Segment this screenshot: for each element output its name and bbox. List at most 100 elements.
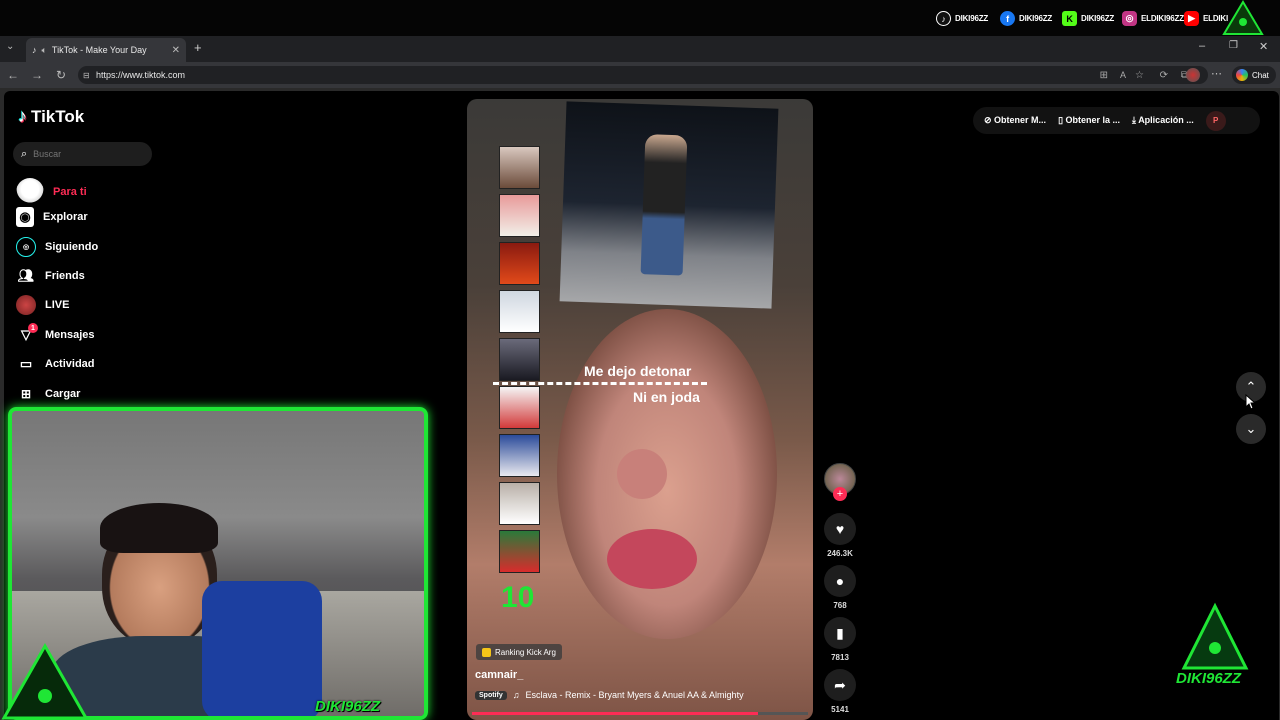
- url-bar[interactable]: ⊟ https://www.tiktok.com ⊞ A ☆ ⟳ ⧉: [78, 66, 1208, 84]
- comment-icon: ●: [835, 573, 845, 589]
- likes-count: 246.3K: [827, 549, 853, 558]
- chevron-up-icon: ⌃: [1245, 379, 1257, 394]
- action-label: Obtener la ...: [1065, 115, 1121, 125]
- back-icon[interactable]: ←: [5, 67, 21, 83]
- nav-live[interactable]: LIVE: [16, 295, 69, 315]
- ranking-thumbnail: [499, 146, 540, 189]
- nav-siguiendo[interactable]: ◎ Siguiendo: [16, 237, 98, 257]
- translate-icon[interactable]: A: [1120, 70, 1126, 80]
- share-arrow-icon: ➦: [834, 676, 846, 693]
- nav-label: Actividad: [45, 358, 95, 370]
- close-tab-icon[interactable]: ✕: [172, 45, 180, 56]
- nav-label: Mensajes: [45, 329, 95, 341]
- search-bar[interactable]: ⌕: [13, 142, 152, 166]
- streamer-watermark-icon: [1181, 602, 1249, 670]
- more-menu-icon[interactable]: ⋯: [1211, 67, 1222, 80]
- bookmark-icon: ▮: [836, 624, 844, 641]
- browser-tab-bar: ⌄ ♪ 🔈︎ TikTok - Make Your Day ✕ + – ❐ ✕: [0, 36, 1280, 62]
- music-row[interactable]: Spotify ♫ Esclava - Remix - Bryant Myers…: [475, 690, 744, 700]
- restore-icon[interactable]: ❐: [1229, 40, 1238, 51]
- favorite-star-icon[interactable]: ☆: [1135, 70, 1144, 81]
- desktop-app-button[interactable]: ⤓ Aplicación ...: [1132, 115, 1194, 126]
- rank-number: 10: [501, 581, 535, 614]
- action-label: Obtener M...: [994, 115, 1047, 125]
- nav-label: Cargar: [45, 388, 81, 400]
- following-icon: ◎: [16, 237, 36, 257]
- nav-label: Explorar: [43, 211, 88, 223]
- tab-list-chevron-icon[interactable]: ⌄: [6, 41, 14, 52]
- streamer-logo-icon: [1222, 0, 1264, 35]
- music-note-icon: ♫: [512, 690, 520, 700]
- music-title: Esclava - Remix - Bryant Myers & Anuel A…: [525, 690, 744, 700]
- copilot-chat-button[interactable]: Chat: [1232, 66, 1276, 84]
- nav-mensajes[interactable]: ▽ 1 Mensajes: [16, 323, 95, 345]
- user-avatar[interactable]: P: [1205, 110, 1226, 131]
- lips: [607, 529, 697, 589]
- nav-actividad[interactable]: ▭ Actividad: [16, 354, 95, 374]
- follow-plus-icon[interactable]: +: [833, 487, 847, 501]
- like-button[interactable]: ♥: [824, 513, 856, 545]
- music-source-badge: Spotify: [475, 690, 507, 700]
- shares-count: 5141: [831, 705, 849, 714]
- nav-explorar[interactable]: ◉ Explorar: [16, 207, 88, 227]
- send-icon: ▽ 1: [16, 323, 38, 345]
- browser-tab[interactable]: ♪ 🔈︎ TikTok - Make Your Day ✕: [26, 38, 186, 62]
- tiktok-favicon-icon: ♪: [32, 45, 37, 55]
- facebook-icon: f: [1000, 11, 1015, 26]
- top-actions-bar: ⊘ Obtener M... ▯ Obtener la ... ⤓ Aplica…: [973, 107, 1260, 134]
- effect-icon: [482, 647, 491, 657]
- gaming-chair: [202, 581, 322, 716]
- social-handle: DIKI96ZZ: [1081, 14, 1115, 23]
- ranking-thumbnail: [499, 530, 540, 573]
- search-icon: ⌕: [21, 147, 28, 160]
- forward-icon[interactable]: →: [29, 67, 45, 83]
- save-button[interactable]: ▮: [824, 617, 856, 649]
- ranking-thumbnail: [499, 290, 540, 333]
- person-figure: [640, 134, 688, 276]
- progress-fill: [472, 712, 758, 715]
- site-info-icon[interactable]: ⊟: [83, 71, 90, 80]
- tiktok-logo[interactable]: ♪ TikTok: [18, 106, 84, 127]
- social-facebook: f DIKI96ZZ: [1000, 11, 1052, 26]
- speaker-icon[interactable]: 🔈︎: [42, 45, 47, 56]
- close-window-icon[interactable]: ✕: [1259, 40, 1268, 53]
- refresh-tab-icon[interactable]: ⟳: [1160, 70, 1168, 81]
- nav-cargar[interactable]: ⊞ Cargar: [16, 384, 81, 404]
- instagram-icon: ◎: [1122, 11, 1137, 26]
- profile-avatar[interactable]: [1186, 68, 1200, 82]
- effect-label: Ranking Kick Arg: [495, 647, 556, 657]
- nav-para-ti[interactable]: Para ti: [16, 178, 87, 206]
- message-badge: 1: [28, 323, 38, 333]
- watermark-text: DIKI96ZZ: [1176, 670, 1242, 687]
- nav-friends[interactable]: 👥︎ Friends: [16, 266, 85, 286]
- reload-icon[interactable]: ↻: [53, 67, 69, 83]
- copilot-icon: [1236, 69, 1248, 81]
- app-available-icon[interactable]: ⊞: [1100, 70, 1108, 81]
- get-coins-button[interactable]: ⊘ Obtener M...: [984, 115, 1046, 126]
- effect-tag[interactable]: Ranking Kick Arg: [476, 644, 562, 660]
- comment-button[interactable]: ●: [824, 565, 856, 597]
- streamer-hair: [100, 503, 218, 553]
- ranking-thumbnail: [499, 482, 540, 525]
- share-button[interactable]: ➦: [824, 669, 856, 701]
- progress-track[interactable]: [472, 712, 808, 715]
- social-handle: ELDIKI96ZZ: [1141, 14, 1184, 23]
- tab-title: TikTok - Make Your Day: [51, 45, 147, 55]
- saves-count: 7813: [831, 653, 849, 662]
- next-video-button[interactable]: ⌄: [1236, 414, 1266, 444]
- search-input[interactable]: [33, 149, 134, 159]
- nav-label: Friends: [45, 270, 85, 282]
- mouse-cursor-icon: [1245, 394, 1256, 410]
- cam-label: DIKI96ZZ: [315, 698, 381, 715]
- get-app-button[interactable]: ▯ Obtener la ...: [1058, 115, 1120, 126]
- nose: [617, 449, 667, 499]
- social-instagram: ◎ ELDIKI96ZZ: [1122, 11, 1184, 26]
- photo-inset: [559, 101, 779, 309]
- chevron-down-icon: ⌄: [1245, 421, 1257, 436]
- new-tab-icon[interactable]: +: [194, 40, 202, 55]
- comments-count: 768: [833, 601, 847, 610]
- minimize-icon[interactable]: –: [1199, 40, 1205, 52]
- video-username[interactable]: camnair_: [475, 669, 523, 681]
- upload-icon: ⊞: [20, 387, 32, 401]
- heart-icon: ♥: [835, 521, 845, 537]
